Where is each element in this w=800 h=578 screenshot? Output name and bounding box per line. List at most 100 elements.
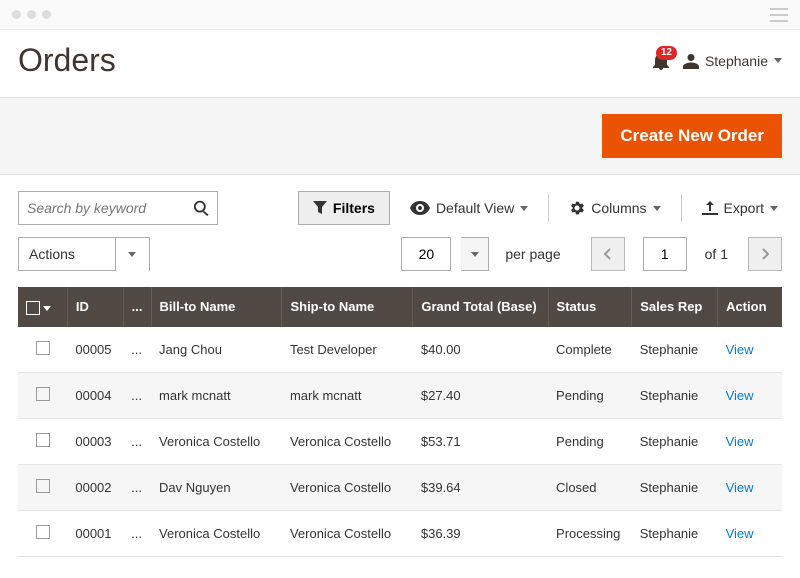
- view-link[interactable]: View: [726, 342, 754, 357]
- menu-icon[interactable]: [770, 8, 788, 22]
- create-new-order-button[interactable]: Create New Order: [602, 114, 782, 158]
- cell-ellipsis: ...: [123, 510, 151, 556]
- column-ship-to[interactable]: Ship-to Name: [282, 287, 413, 327]
- page-size-dropdown-toggle[interactable]: [461, 237, 489, 271]
- chevron-down-icon: [774, 58, 782, 63]
- row-checkbox[interactable]: [36, 387, 50, 401]
- action-bar: Create New Order: [0, 97, 800, 175]
- chevron-down-icon: [520, 206, 528, 211]
- search-input[interactable]: [27, 200, 193, 216]
- row-checkbox[interactable]: [36, 341, 50, 355]
- cell-ship-to: Veronica Costello: [282, 510, 413, 556]
- column-sales-rep[interactable]: Sales Rep: [632, 287, 718, 327]
- chevron-down-icon: [653, 206, 661, 211]
- cell-status: Closed: [548, 464, 632, 510]
- cell-grand-total: $39.64: [413, 464, 548, 510]
- cell-sales-rep: Stephanie: [632, 418, 718, 464]
- notifications-button[interactable]: 12: [653, 52, 669, 70]
- export-icon: [702, 201, 718, 215]
- table-row[interactable]: 00002...Dav NguyenVeronica Costello$39.6…: [18, 464, 782, 510]
- current-page-input[interactable]: [643, 237, 687, 271]
- column-ellipsis[interactable]: ...: [123, 287, 151, 327]
- bulk-actions-select[interactable]: Actions: [18, 237, 150, 271]
- view-link[interactable]: View: [726, 388, 754, 403]
- eye-icon: [410, 201, 430, 215]
- cell-grand-total: $40.00: [413, 327, 548, 373]
- view-link[interactable]: View: [726, 434, 754, 449]
- column-bill-to[interactable]: Bill-to Name: [151, 287, 282, 327]
- chevron-left-icon: [604, 248, 612, 260]
- username-label: Stephanie: [705, 53, 768, 69]
- chevron-down-icon: [128, 252, 136, 257]
- bulk-actions-label: Actions: [19, 238, 115, 270]
- column-status[interactable]: Status: [548, 287, 632, 327]
- row-checkbox[interactable]: [36, 525, 50, 539]
- cell-grand-total: $36.39: [413, 510, 548, 556]
- filters-button[interactable]: Filters: [298, 191, 390, 225]
- cell-status: Complete: [548, 327, 632, 373]
- page-size-input[interactable]: [401, 237, 451, 271]
- chevron-down-icon: [471, 252, 479, 257]
- chevron-down-icon: [43, 306, 51, 311]
- cell-ellipsis: ...: [123, 464, 151, 510]
- search-wrap: [18, 191, 218, 225]
- table-header-row: ID ... Bill-to Name Ship-to Name Grand T…: [18, 287, 782, 327]
- pager-row: Actions per page of 1: [0, 233, 800, 287]
- cell-status: Pending: [548, 418, 632, 464]
- cell-ship-to: mark mcnatt: [282, 372, 413, 418]
- chevron-right-icon: [761, 248, 769, 260]
- cell-status: Pending: [548, 372, 632, 418]
- columns-label: Columns: [591, 200, 646, 216]
- view-link[interactable]: View: [726, 480, 754, 495]
- cell-status: Processing: [548, 510, 632, 556]
- cell-ship-to: Veronica Costello: [282, 464, 413, 510]
- cell-sales-rep: Stephanie: [632, 327, 718, 373]
- cell-sales-rep: Stephanie: [632, 510, 718, 556]
- cell-ship-to: Veronica Costello: [282, 418, 413, 464]
- export-label: Export: [724, 200, 764, 216]
- column-id[interactable]: ID: [67, 287, 123, 327]
- chevron-down-icon: [770, 206, 778, 211]
- table-row[interactable]: 00004...mark mcnattmark mcnatt$27.40Pend…: [18, 372, 782, 418]
- column-grand-total[interactable]: Grand Total (Base): [413, 287, 548, 327]
- table-row[interactable]: 00003...Veronica CostelloVeronica Costel…: [18, 418, 782, 464]
- default-view-button[interactable]: Default View: [406, 200, 532, 216]
- page-header: Orders 12 Stephanie: [0, 30, 800, 97]
- cell-sales-rep: Stephanie: [632, 464, 718, 510]
- default-view-label: Default View: [436, 200, 514, 216]
- select-all-header[interactable]: [18, 287, 67, 327]
- cell-bill-to: mark mcnatt: [151, 372, 282, 418]
- cell-id: 00002: [67, 464, 123, 510]
- cell-ellipsis: ...: [123, 372, 151, 418]
- view-link[interactable]: View: [726, 526, 754, 541]
- search-icon[interactable]: [193, 199, 209, 217]
- notification-badge: 12: [656, 46, 677, 60]
- gear-icon: [569, 200, 585, 216]
- filter-icon: [313, 201, 327, 215]
- page-total-label: of 1: [705, 246, 728, 262]
- prev-page-button[interactable]: [591, 237, 625, 271]
- column-action[interactable]: Action: [718, 287, 782, 327]
- per-page-label: per page: [505, 246, 560, 262]
- user-menu[interactable]: Stephanie: [683, 53, 782, 69]
- table-row[interactable]: 00001...Veronica CostelloVeronica Costel…: [18, 510, 782, 556]
- next-page-button[interactable]: [748, 237, 782, 271]
- cell-grand-total: $27.40: [413, 372, 548, 418]
- export-button[interactable]: Export: [698, 200, 782, 216]
- cell-sales-rep: Stephanie: [632, 372, 718, 418]
- separator: [681, 194, 682, 222]
- cell-ellipsis: ...: [123, 418, 151, 464]
- orders-table: ID ... Bill-to Name Ship-to Name Grand T…: [18, 287, 782, 557]
- cell-id: 00004: [67, 372, 123, 418]
- bulk-actions-dropdown-toggle[interactable]: [115, 238, 149, 271]
- toolbar: Filters Default View Columns Export: [0, 175, 800, 233]
- cell-bill-to: Jang Chou: [151, 327, 282, 373]
- table-row[interactable]: 00005...Jang ChouTest Developer$40.00Com…: [18, 327, 782, 373]
- columns-button[interactable]: Columns: [565, 200, 664, 216]
- window-chrome: [0, 0, 800, 30]
- row-checkbox[interactable]: [36, 433, 50, 447]
- cell-bill-to: Dav Nguyen: [151, 464, 282, 510]
- cell-id: 00001: [67, 510, 123, 556]
- cell-ship-to: Test Developer: [282, 327, 413, 373]
- row-checkbox[interactable]: [36, 479, 50, 493]
